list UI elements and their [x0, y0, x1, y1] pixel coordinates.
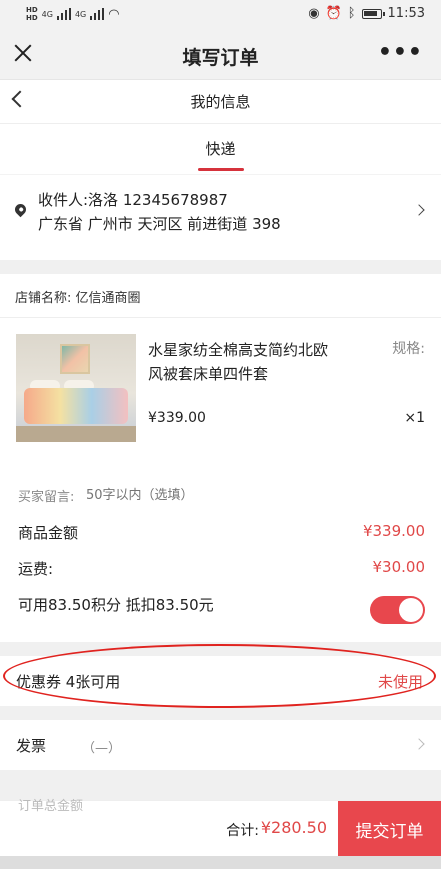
buyer-message-row: 买家留言:: [0, 478, 441, 514]
clock-time: 11:53: [387, 6, 425, 21]
coupon-label: 优惠券 4张可用: [16, 673, 121, 691]
status-bar-right: ◉ ⏰ ᛒ 11:53: [308, 6, 425, 21]
address-line: 广东省 广州市 天河区 前进街道 398: [38, 215, 281, 233]
floor: [16, 426, 136, 442]
total-label: 合计:: [226, 823, 259, 839]
signal-icon: [56, 8, 71, 20]
product-spec: 规格:: [392, 341, 425, 357]
points-row: 可用83.50积分 抵扣83.50元: [0, 586, 441, 642]
invoice-value: （—）: [82, 741, 122, 756]
wall-frame: [60, 344, 90, 374]
more-icon[interactable]: •••: [378, 42, 423, 64]
invoice-label: 发票: [16, 737, 47, 755]
address-card[interactable]: 收件人:洛洛 12345678987 广东省 广州市 天河区 前进街道 398: [0, 174, 441, 260]
bottom-edge: [0, 856, 441, 869]
product-name: 水星家纺全棉高支简约北欧风被套床单四件套: [148, 341, 329, 383]
nav-bar: 填写订单 •••: [0, 30, 441, 80]
hd-badge: HD: [26, 14, 38, 22]
section-divider: [0, 260, 441, 274]
shipping-row: 运费: ¥30.00: [0, 550, 441, 586]
goods-amount-row: 商品金额 ¥339.00: [0, 514, 441, 550]
buyer-message-input[interactable]: [86, 484, 386, 506]
product-price: ¥339.00: [148, 410, 206, 426]
goods-amount-value: ¥339.00: [362, 522, 425, 540]
bed: [24, 388, 128, 424]
bluetooth-icon: ᛒ: [347, 6, 356, 21]
alarm-icon: ⏰: [325, 6, 342, 21]
status-bar: HD HD 4G 4G ◠ ◉ ⏰ ᛒ 11:53: [0, 0, 441, 30]
toggle-knob: [399, 598, 423, 622]
recipient-line: 收件人:洛洛 12345678987: [38, 191, 228, 209]
page-title: 填写订单: [182, 47, 259, 69]
section-divider: [0, 706, 441, 720]
order-total-peek: 订单总金额: [18, 799, 84, 814]
signal-icon: [90, 8, 105, 20]
buyer-message-label: 买家留言:: [18, 490, 75, 505]
info-title: 我的信息: [190, 93, 251, 111]
submit-order-button[interactable]: 提交订单: [338, 801, 441, 857]
network-type-label: 4G: [74, 9, 87, 19]
store-header: 店铺名称: 亿信通商圈: [0, 274, 441, 318]
goods-amount-label: 商品金额: [18, 524, 79, 542]
store-name: 店铺名称: 亿信通商圈: [15, 291, 141, 306]
status-bar-left: HD HD 4G 4G ◠: [26, 6, 120, 22]
hd-badges: HD HD: [26, 6, 38, 22]
product-image: [16, 334, 136, 442]
chevron-right-icon: [413, 204, 425, 216]
points-toggle[interactable]: [370, 596, 425, 624]
order-summary: 买家留言: 商品金额 ¥339.00 运费: ¥30.00 可用83.50积分 …: [0, 478, 441, 642]
invoice-row[interactable]: 发票 （—）: [0, 720, 441, 770]
battery-icon: [361, 8, 385, 19]
location-pin-icon: [12, 201, 29, 218]
points-label: 可用83.50积分 抵扣83.50元: [18, 596, 214, 614]
product-item[interactable]: 水星家纺全棉高支简约北欧风被套床单四件套 规格: ¥339.00 ×1: [0, 318, 441, 478]
shipping-label: 运费:: [18, 560, 54, 578]
eye-icon: ◉: [308, 6, 320, 21]
coupon-status: 未使用: [377, 673, 423, 691]
wifi-icon: ◠: [108, 6, 120, 22]
info-header: 我的信息: [0, 80, 441, 124]
hd-badge: HD: [26, 6, 38, 14]
product-quantity: ×1: [404, 410, 425, 426]
tab-underline: [198, 168, 244, 171]
coupon-row[interactable]: 优惠券 4张可用 未使用: [0, 656, 441, 706]
order-form: 我的信息 快递 收件人:洛洛 12345678987 广东省 广州市 天河区 前…: [0, 80, 441, 770]
section-divider: [0, 642, 441, 656]
network-type-label: 4G: [41, 9, 53, 19]
delivery-tabs: 快递: [0, 124, 441, 174]
tab-express[interactable]: 快递: [0, 138, 441, 159]
total-value: ¥280.50: [260, 818, 327, 837]
checkout-bar: 订单总金额 合计: ¥280.50 提交订单: [0, 799, 441, 857]
shipping-value: ¥30.00: [372, 558, 426, 576]
chevron-right-icon: [413, 738, 425, 750]
